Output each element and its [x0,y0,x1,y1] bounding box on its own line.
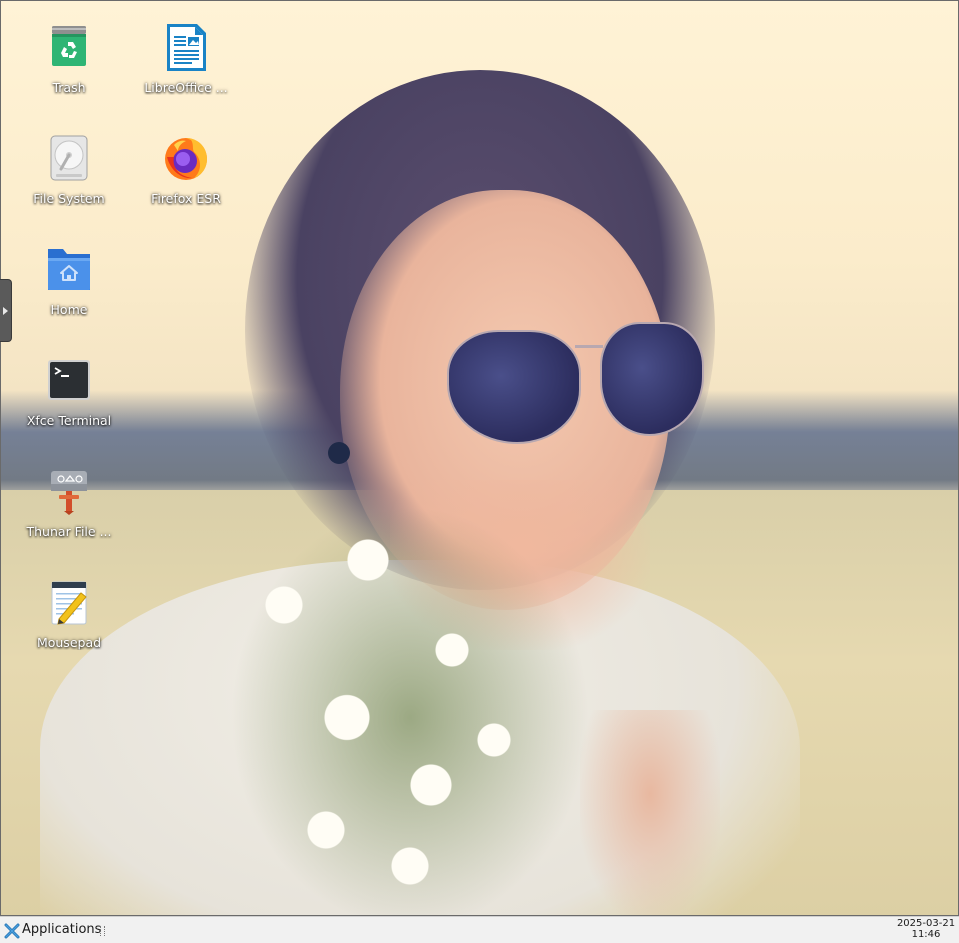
panel-separator [100,926,105,936]
clock-time: 11:46 [911,929,941,940]
desktop-icon-mousepad[interactable]: Mousepad [14,579,124,679]
expand-arrow-icon [3,307,8,315]
applications-menu-label: Applications [22,922,102,937]
desktop-icon-file-system[interactable]: File System [14,135,124,235]
desktop-icon-label: Thunar File ... [26,524,112,539]
desktop[interactable]: Trash LibreOffice ... File System Firefo… [0,0,959,916]
desktop-icon-label: Trash [52,80,86,95]
thunar-file-manager-icon [47,468,91,516]
side-panel-handle[interactable] [0,279,12,342]
desktop-icon-label: Firefox ESR [151,191,221,206]
mousepad-text-editor-icon [47,579,91,627]
desktop-icon-firefox[interactable]: Firefox ESR [131,135,241,235]
taskbar: Applications 2025-03-21 11:46 [0,916,959,943]
desktop-icon-trash[interactable]: Trash [14,24,124,124]
desktop-icon-label: Xfce Terminal [26,413,112,428]
desktop-icon-label: Mousepad [36,635,102,650]
desktop-icon-label: LibreOffice ... [144,80,228,95]
clock-date: 2025-03-21 [896,918,956,929]
desktop-icon-xfce-terminal[interactable]: Xfce Terminal [14,357,124,457]
desktop-icon-thunar[interactable]: Thunar File ... [14,468,124,568]
trash-icon [47,24,91,72]
clock[interactable]: 2025-03-21 11:46 [896,918,956,940]
drive-harddisk-icon [47,135,91,183]
desktop-icon-libreoffice[interactable]: LibreOffice ... [131,24,241,124]
applications-menu-button[interactable]: Applications [2,919,106,941]
firefox-icon [164,135,208,183]
desktop-icon-home[interactable]: Home [14,246,124,346]
xfce-logo-icon [4,923,20,939]
desktop-icon-label: File System [33,191,105,206]
desktop-icon-label: Home [50,302,88,317]
libreoffice-writer-icon [164,24,208,72]
home-folder-icon [47,246,91,294]
terminal-icon [47,357,91,405]
